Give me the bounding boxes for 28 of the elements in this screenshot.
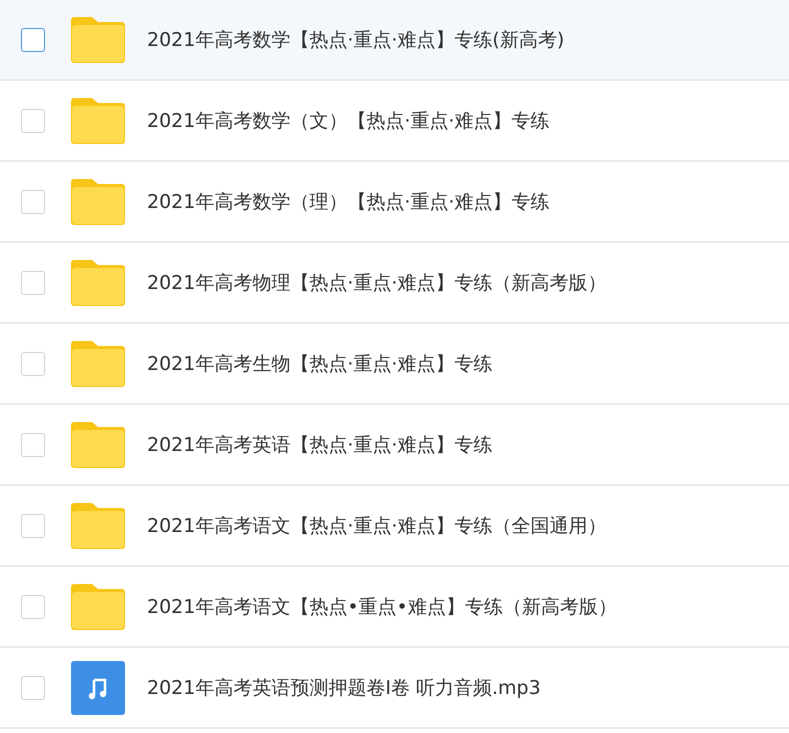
file-name: 2021年高考物理【热点·重点·难点】专练（新高考版） [147, 270, 606, 296]
file-name: 2021年高考数学（文）【热点·重点·难点】专练 [147, 108, 550, 134]
file-name: 2021年高考语文【热点·重点·难点】专练（全国通用） [147, 514, 606, 538]
checkbox[interactable] [21, 676, 45, 700]
folder-icon [71, 340, 125, 386]
folder-icon [71, 584, 125, 630]
checkbox[interactable] [21, 190, 45, 214]
checkbox[interactable] [21, 352, 45, 376]
folder-icon [71, 260, 125, 306]
file-name: 2021年高考语文【热点•重点•难点】专练（新高考版） [147, 594, 617, 620]
file-name: 2021年高考数学【热点·重点·难点】专练(新高考) [147, 28, 564, 52]
checkbox[interactable] [21, 28, 45, 52]
file-name: 2021年高考英语【热点·重点·难点】专练 [147, 432, 492, 458]
checkbox[interactable] [21, 432, 45, 456]
folder-icon [71, 178, 125, 224]
file-name: 2021年高考数学（理）【热点·重点·难点】专练 [147, 190, 550, 214]
file-name: 2021年高考生物【热点·重点·难点】专练 [147, 352, 492, 376]
folder-icon [71, 16, 125, 62]
checkbox[interactable] [21, 594, 45, 618]
music-note-icon [71, 660, 125, 714]
checkbox[interactable] [21, 108, 45, 132]
folder-icon [71, 422, 125, 468]
folder-icon [71, 98, 125, 144]
file-name: 2021年高考英语预测押题卷Ⅰ卷 听力音频.mp3 [147, 676, 541, 700]
checkbox[interactable] [21, 270, 45, 294]
checkbox[interactable] [21, 514, 45, 538]
file-row[interactable]: 2021年高考数学【热点·重点·难点】专练(新高考) [0, 0, 789, 81]
folder-icon [71, 502, 125, 548]
